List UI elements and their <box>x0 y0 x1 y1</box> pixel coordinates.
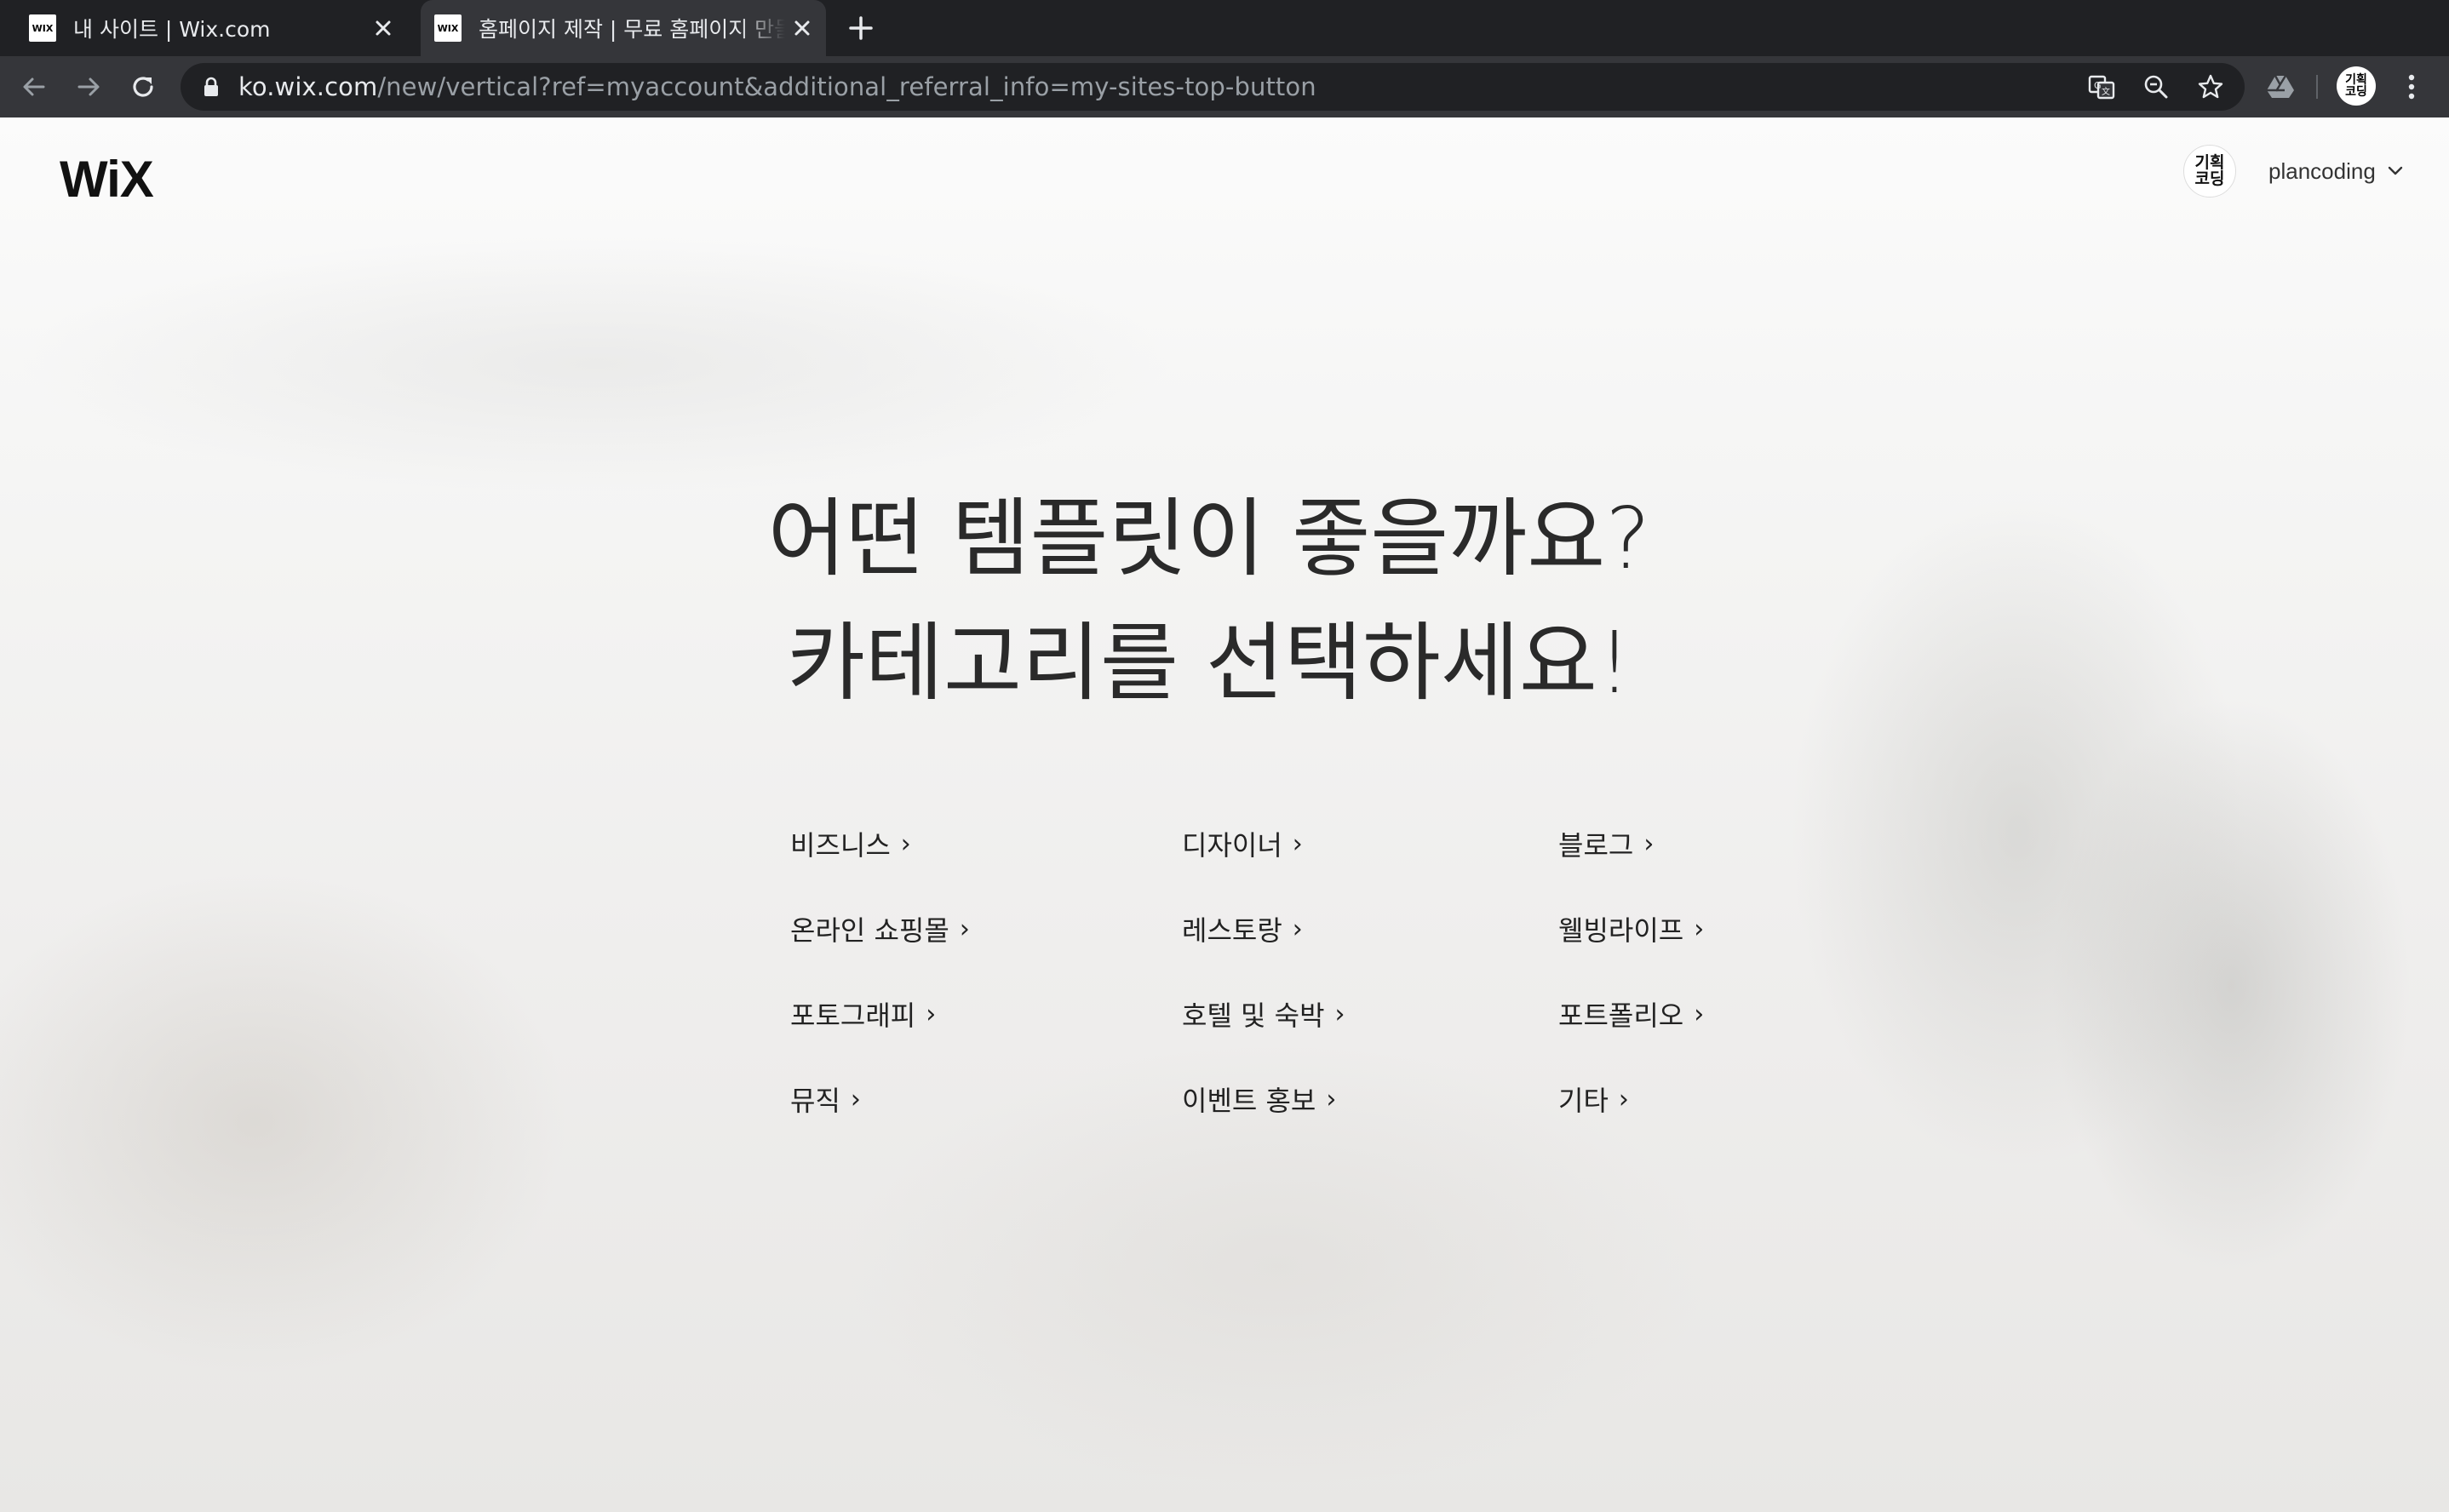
category-online-store[interactable]: 온라인 쇼핑몰 › <box>790 909 970 948</box>
plus-icon <box>849 16 873 40</box>
forward-button[interactable] <box>68 66 109 107</box>
chevron-right-icon: › <box>1694 914 1705 944</box>
chevron-right-icon: › <box>1334 999 1345 1029</box>
chevron-right-icon: › <box>1292 828 1303 859</box>
user-menu-button[interactable]: plancoding <box>2268 157 2405 186</box>
category-label: 웰빙라이프 <box>1558 914 1684 947</box>
arrow-left-icon <box>23 77 45 96</box>
category-restaurant[interactable]: 레스토랑 › <box>1182 909 1303 948</box>
browser-tabstrip: WIX 내 사이트 | Wix.com WIX 홈페이지 제작 | 무료 홈페이… <box>0 0 2449 56</box>
url-text: ko.wix.com/new/vertical?ref=myaccount&ad… <box>238 72 1316 101</box>
star-icon[interactable] <box>2195 72 2226 102</box>
wix-favicon-icon: WIX <box>434 14 462 42</box>
chevron-right-icon: › <box>850 1084 861 1114</box>
template-category-page: WiX 기획 코딩 plancoding 어떤 템플릿이 좋을까요? 카테고리를… <box>0 117 2449 1512</box>
chevron-right-icon: › <box>1694 999 1705 1029</box>
toolbar-divider <box>2316 75 2318 99</box>
translate-icon[interactable]: G文 <box>2086 72 2117 102</box>
tab-title: 내 사이트 | Wix.com <box>73 17 271 42</box>
category-designer[interactable]: 디자이너 › <box>1182 824 1303 863</box>
category-label: 뮤직 <box>790 1085 840 1117</box>
headline-line-2: 카테고리를 선택하세요! <box>787 613 1632 713</box>
new-tab-button[interactable] <box>841 9 880 48</box>
category-other[interactable]: 기타 › <box>1558 1080 1629 1119</box>
category-label: 포트폴리오 <box>1558 999 1684 1032</box>
svg-text:G: G <box>2094 80 2102 91</box>
chevron-right-icon: › <box>1618 1084 1629 1114</box>
chevron-down-icon <box>2388 166 2402 175</box>
headline-line-1: 어떤 템플릿이 좋을까요? <box>767 489 1651 588</box>
browser-tab-homepage-builder[interactable]: WIX 홈페이지 제작 | 무료 홈페이지 만들기 <box>421 0 826 56</box>
reload-icon <box>133 77 153 97</box>
category-label: 호텔 및 숙박 <box>1182 999 1325 1032</box>
tab-title: 홈페이지 제작 | 무료 홈페이지 만들기 <box>479 17 785 42</box>
category-wellness[interactable]: 웰빙라이프 › <box>1558 909 1704 948</box>
kebab-menu-icon[interactable] <box>2395 66 2429 107</box>
category-business[interactable]: 비즈니스 › <box>790 824 911 863</box>
close-icon[interactable] <box>785 11 819 45</box>
category-label: 레스토랑 <box>1182 914 1282 947</box>
chevron-right-icon: › <box>1292 914 1303 944</box>
address-bar[interactable]: ko.wix.com/new/vertical?ref=myaccount&ad… <box>181 63 2245 111</box>
chevron-right-icon: › <box>926 999 937 1029</box>
browser-toolbar: ko.wix.com/new/vertical?ref=myaccount&ad… <box>0 56 2449 117</box>
chevron-right-icon: › <box>1326 1084 1337 1114</box>
category-event-promotion[interactable]: 이벤트 홍보 › <box>1182 1080 1336 1119</box>
chevron-right-icon: › <box>959 914 970 944</box>
wix-favicon-icon: WIX <box>29 14 56 42</box>
wix-logo[interactable]: WiX <box>60 150 154 209</box>
chevron-right-icon: › <box>1643 828 1655 859</box>
chevron-right-icon: › <box>900 828 911 859</box>
page-title: 어떤 템플릿이 좋을까요? 카테고리를 선택하세요! <box>596 477 1822 725</box>
profile-avatar[interactable]: 기획 코딩 <box>2337 66 2376 106</box>
category-label: 블로그 <box>1558 829 1634 862</box>
svg-text:文: 文 <box>2102 86 2110 97</box>
category-music[interactable]: 뮤직 › <box>790 1080 861 1119</box>
category-label: 기타 <box>1558 1085 1609 1117</box>
google-drive-icon[interactable] <box>2260 66 2301 107</box>
category-label: 온라인 쇼핑몰 <box>790 914 949 947</box>
url-host: ko.wix.com <box>238 72 378 101</box>
close-icon[interactable] <box>366 11 400 45</box>
category-portfolio[interactable]: 포트폴리오 › <box>1558 994 1704 1034</box>
reload-button[interactable] <box>123 66 163 107</box>
category-blog[interactable]: 블로그 › <box>1558 824 1654 863</box>
arrow-right-icon <box>77 77 100 96</box>
user-avatar[interactable]: 기획 코딩 <box>2183 145 2236 198</box>
url-path: /new/vertical?ref=myaccount&additional_r… <box>377 72 1316 101</box>
category-label: 비즈니스 <box>790 829 891 862</box>
lock-icon[interactable] <box>199 75 223 99</box>
category-photography[interactable]: 포토그래피 › <box>790 994 936 1034</box>
category-hotel-lodging[interactable]: 호텔 및 숙박 › <box>1182 994 1345 1034</box>
zoom-out-icon[interactable] <box>2141 72 2171 102</box>
username: plancoding <box>2268 158 2376 184</box>
back-button[interactable] <box>14 66 54 107</box>
browser-tab-my-sites[interactable]: WIX 내 사이트 | Wix.com <box>15 0 407 56</box>
category-label: 포토그래피 <box>790 999 916 1032</box>
category-label: 디자이너 <box>1182 829 1282 862</box>
category-label: 이벤트 홍보 <box>1182 1085 1316 1117</box>
